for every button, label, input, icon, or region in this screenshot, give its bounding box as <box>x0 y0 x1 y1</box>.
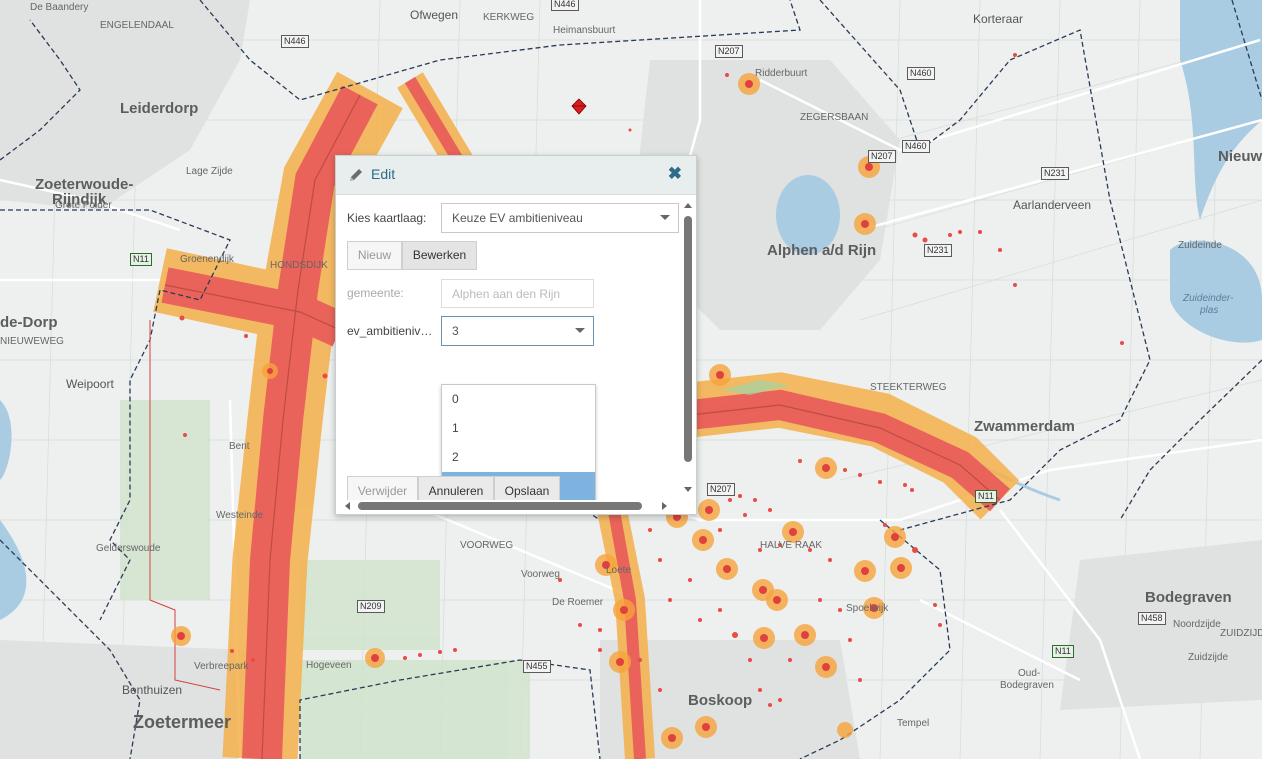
place-label: Korteraar <box>973 12 1024 26</box>
road-shield: N446 <box>551 0 579 11</box>
place-label: Oud- <box>1018 668 1041 679</box>
place-label: Ridderbuurt <box>755 68 808 79</box>
place-label: Gelderswoude <box>96 543 161 554</box>
tab-edit[interactable]: Bewerken <box>402 241 477 270</box>
place-label: Hogeveen <box>306 660 352 671</box>
place-label: Bodegraven <box>1145 589 1232 606</box>
water-label: Zuideinder- <box>1183 293 1234 304</box>
tab-new[interactable]: Nieuw <box>347 241 402 270</box>
road-shield: N11 <box>130 253 152 266</box>
edit-dialog-title: Edit <box>371 166 396 182</box>
road-shield: N460 <box>907 67 935 80</box>
layer-select-value: Keuze EV ambitieniveau <box>452 211 583 225</box>
close-icon[interactable]: ✖ <box>668 164 682 184</box>
place-label: KERKWEG <box>483 12 535 23</box>
option-2[interactable]: 2 <box>442 443 595 472</box>
place-label: NIEUWEWEG <box>0 336 64 347</box>
option-1[interactable]: 1 <box>442 414 595 443</box>
place-label: VOORWEG <box>460 540 514 551</box>
layer-select-label: Kies kaartlaag: <box>347 211 427 225</box>
place-label: Verbreepark <box>194 661 249 672</box>
chevron-down-icon <box>660 215 670 220</box>
place-label: ENGELENDAAL <box>100 20 174 31</box>
place-label: Zuidzijde <box>1188 652 1229 663</box>
place-label: Westeinde <box>216 510 264 521</box>
place-label: de-Dorp <box>0 314 58 331</box>
chevron-down-icon <box>575 328 585 333</box>
road-shield: N446 <box>281 35 309 48</box>
place-label: Loete <box>606 565 632 576</box>
place-label: Zwammerdam <box>974 418 1075 435</box>
place-label: Alphen a/d Rijn <box>767 242 877 259</box>
place-label: Boskoop <box>688 692 753 709</box>
edit-dialog-body: Kies kaartlaag: Keuze EV ambitieniveau N… <box>336 195 680 500</box>
ambition-level-select[interactable]: 3 <box>441 316 594 346</box>
road-shield: N207 <box>707 483 735 496</box>
place-label: Tempel <box>897 718 930 729</box>
place-label: Noordzijde <box>1173 619 1221 630</box>
place-label: STEEKTERWEG <box>870 382 947 393</box>
place-label: Bent <box>229 441 250 452</box>
road-shield: N458 <box>1138 612 1166 625</box>
ambition-level-value: 3 <box>452 324 459 338</box>
road-shield: N209 <box>357 600 385 613</box>
place-label: Heimansbuurt <box>553 25 616 36</box>
road-shield: N231 <box>1041 167 1069 180</box>
place-label: Ofwegen <box>410 8 459 22</box>
place-label: Weipoort <box>66 377 114 391</box>
horizontal-scrollbar[interactable] <box>342 500 670 512</box>
pencil-icon <box>350 169 362 181</box>
layer-select[interactable]: Keuze EV ambitieniveau <box>441 203 679 233</box>
place-label: ZEGERSBAAN <box>800 112 869 123</box>
municipality-label: gemeente: <box>347 286 404 300</box>
edit-dialog: Edit ✖ Kies kaartlaag: Keuze EV ambitien… <box>335 155 697 515</box>
place-label: De Roemer <box>552 597 604 608</box>
place-label: Lage Zijde <box>186 166 233 177</box>
place-label: Voorweg <box>521 569 560 580</box>
place-label: Bodegraven <box>1000 680 1054 691</box>
cancel-button[interactable]: Annuleren <box>418 476 494 500</box>
vertical-scrollbar[interactable] <box>682 200 694 496</box>
road-shield: N207 <box>868 150 896 163</box>
road-shield: N460 <box>902 140 930 153</box>
place-label: Nieuwk <box>1218 148 1262 165</box>
place-label: HALVE RAAK <box>760 540 823 551</box>
road-shield: N207 <box>715 45 743 58</box>
place-label: HONDSDIJK <box>270 260 328 271</box>
edit-dialog-header: Edit ✖ <box>336 156 696 195</box>
place-label: Spoelwijk <box>846 603 889 614</box>
place-label: De Baandery <box>30 2 89 13</box>
option-0[interactable]: 0 <box>442 385 595 414</box>
place-label: ZUIDZIJDE <box>1220 628 1262 639</box>
ambition-level-label: ev_ambitieniveau <box>347 324 435 338</box>
place-label: Zoetermeer <box>133 712 232 732</box>
road-shield: N455 <box>523 660 551 673</box>
road-shield: N11 <box>975 490 997 503</box>
place-label: Benthuizen <box>122 683 183 697</box>
place-label: Leiderdorp <box>120 100 199 117</box>
place-label: Aarlanderveen <box>1013 198 1092 212</box>
place-label: Groenendijk <box>180 254 234 265</box>
road-shield: N11 <box>1052 645 1074 658</box>
place-label: Zuideinde <box>1178 240 1222 251</box>
water-label: plas <box>1200 305 1219 316</box>
delete-button[interactable]: Verwijder <box>347 476 418 500</box>
place-label: Grote Polder <box>55 200 112 211</box>
save-button[interactable]: Opslaan <box>494 476 560 500</box>
municipality-field[interactable]: Alphen aan den Rijn <box>441 279 594 308</box>
road-shield: N231 <box>924 244 952 257</box>
